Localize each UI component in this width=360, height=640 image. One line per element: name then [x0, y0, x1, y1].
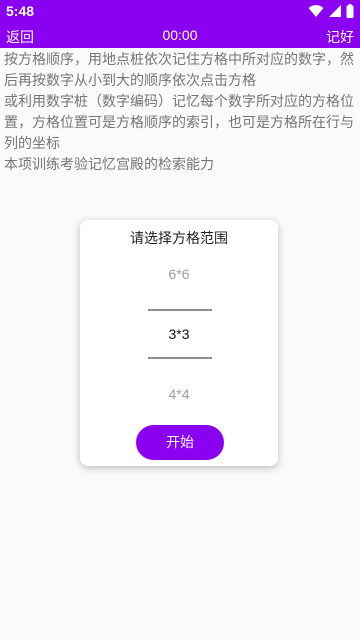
instruction-line: 按方格顺序，用地点桩依次记住方格中所对应的数字，然后再按数字从小到大的顺序依次点… — [4, 52, 354, 89]
start-button[interactable]: 开始 — [136, 425, 224, 460]
status-bar: 5:48 — [0, 0, 360, 24]
picker-option[interactable]: 4*4 — [80, 386, 278, 402]
timer: 00:00 — [162, 27, 198, 43]
picker-divider — [148, 357, 212, 359]
battery-icon — [346, 4, 354, 18]
instruction-line: 或利用数字桩（数字编码）记忆每个数字所对应的方格位置，方格位置可是方格顺序的索引… — [4, 94, 354, 152]
grid-size-dialog: 请选择方格范围 6*6 3*3 4*4 开始 — [80, 220, 278, 466]
dialog-title: 请选择方格范围 — [130, 231, 228, 247]
status-icons — [308, 4, 354, 18]
picker-option[interactable]: 6*6 — [80, 266, 278, 282]
back-button[interactable]: 返回 — [6, 27, 34, 47]
instruction-line: 本项训练考验记忆宫殿的检索能力 — [4, 157, 214, 173]
instructions: 按方格顺序，用地点桩依次记住方格中所对应的数字，然后再按数字从小到大的顺序依次点… — [4, 50, 356, 176]
picker-divider — [148, 309, 212, 311]
signal-icon — [329, 5, 341, 17]
picker-option-selected[interactable]: 3*3 — [80, 326, 278, 342]
app-bar: 00:00 返回 记好 — [0, 24, 360, 48]
status-time: 5:48 — [6, 3, 35, 19]
wifi-icon — [308, 5, 324, 17]
remember-button[interactable]: 记好 — [326, 27, 354, 47]
